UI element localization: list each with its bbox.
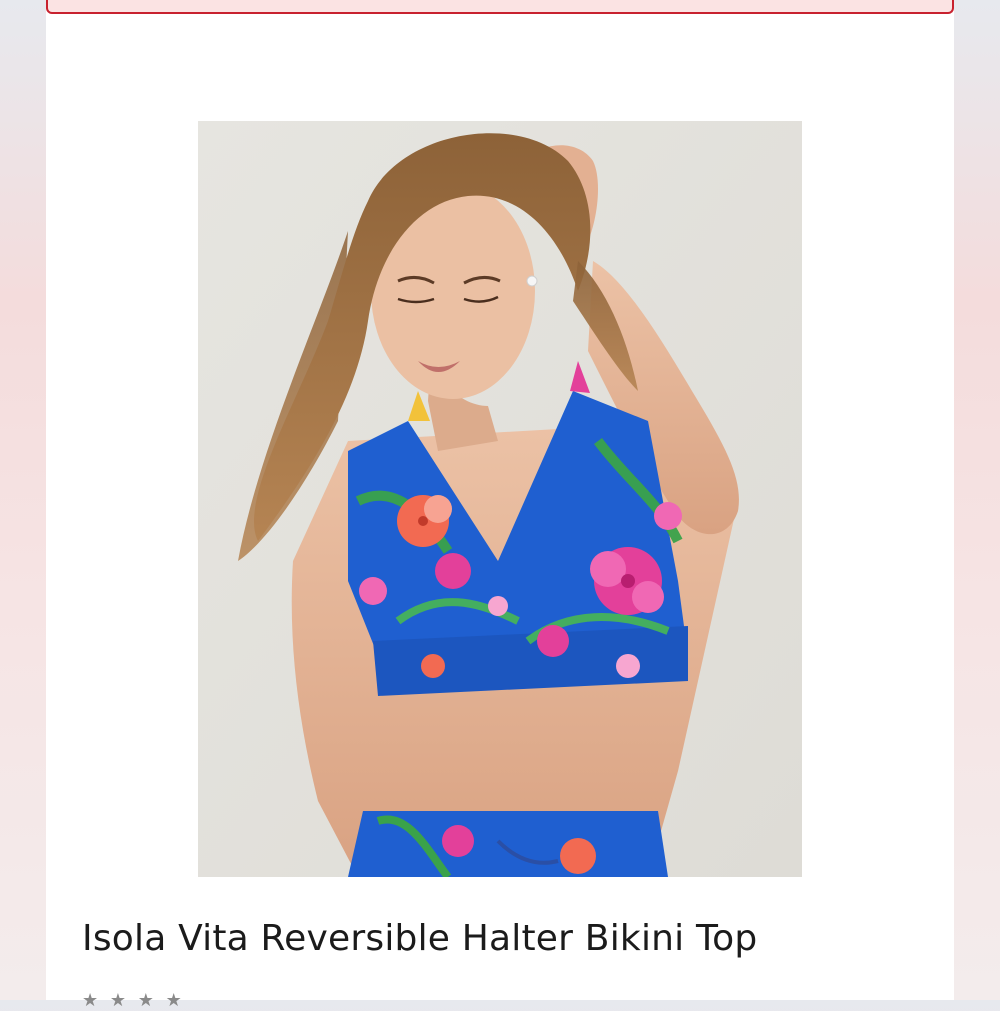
product-title: Isola Vita Reversible Halter Bikini Top bbox=[82, 918, 758, 959]
star-icon: ★ bbox=[109, 990, 130, 1011]
star-icon: ★ bbox=[165, 990, 185, 1011]
product-image[interactable] bbox=[198, 121, 802, 877]
product-photo-illustration bbox=[198, 121, 802, 877]
alert-banner bbox=[46, 0, 954, 14]
star-icon: ★ bbox=[137, 990, 157, 1011]
rating-stars-partial: ★ ★ ★ ★ bbox=[82, 990, 185, 1011]
star-icon: ★ bbox=[82, 990, 102, 1011]
